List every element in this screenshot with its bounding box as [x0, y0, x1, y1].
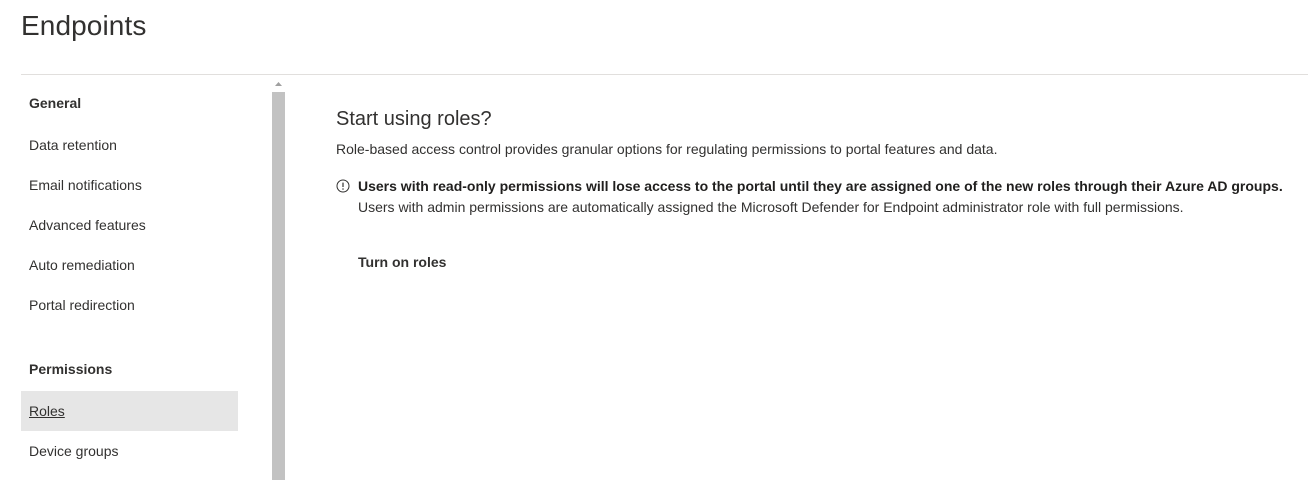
page-title: Endpoints: [21, 10, 147, 41]
sidebar-item-label: Portal redirection: [29, 297, 135, 313]
info-circle-icon: [336, 179, 350, 193]
sidebar-item-label: Auto remediation: [29, 257, 135, 273]
sidebar-item-label: Advanced features: [29, 217, 146, 233]
warning-message-detail: Users with admin permissions are automat…: [358, 199, 1184, 215]
sidebar-item-device-groups[interactable]: Device groups: [21, 431, 238, 471]
sidebar-item-advanced-features[interactable]: Advanced features: [21, 205, 238, 245]
content-title: Start using roles?: [336, 108, 492, 130]
sidebar-item-label: Data retention: [29, 137, 117, 153]
scroll-up-arrow-icon[interactable]: [271, 75, 286, 92]
turn-on-roles-button[interactable]: Turn on roles: [348, 245, 456, 279]
section-header-permissions: Permissions: [29, 361, 113, 377]
sidebar-item-portal-redirection[interactable]: Portal redirection: [21, 285, 238, 325]
sidebar-scrollbar[interactable]: [271, 75, 286, 480]
scroll-thumb[interactable]: [272, 92, 285, 480]
sidebar-item-data-retention[interactable]: Data retention: [21, 125, 238, 165]
sidebar-item-label: Device groups: [29, 443, 119, 459]
sidebar-item-label: Email notifications: [29, 177, 142, 193]
sidebar-item-roles[interactable]: Roles: [21, 391, 238, 431]
sidebar-item-label: Roles: [29, 403, 65, 419]
content-description: Role-based access control provides granu…: [336, 141, 998, 157]
sidebar-item-auto-remediation[interactable]: Auto remediation: [21, 245, 238, 285]
section-header-general: General: [29, 95, 82, 111]
endpoints-settings-page: Endpoints General Data retention Email n…: [0, 0, 1308, 480]
warning-message-bold: Users with read-only permissions will lo…: [358, 178, 1283, 194]
settings-sidebar: General Data retention Email notificatio…: [21, 75, 271, 480]
sidebar-item-email-notifications[interactable]: Email notifications: [21, 165, 238, 205]
